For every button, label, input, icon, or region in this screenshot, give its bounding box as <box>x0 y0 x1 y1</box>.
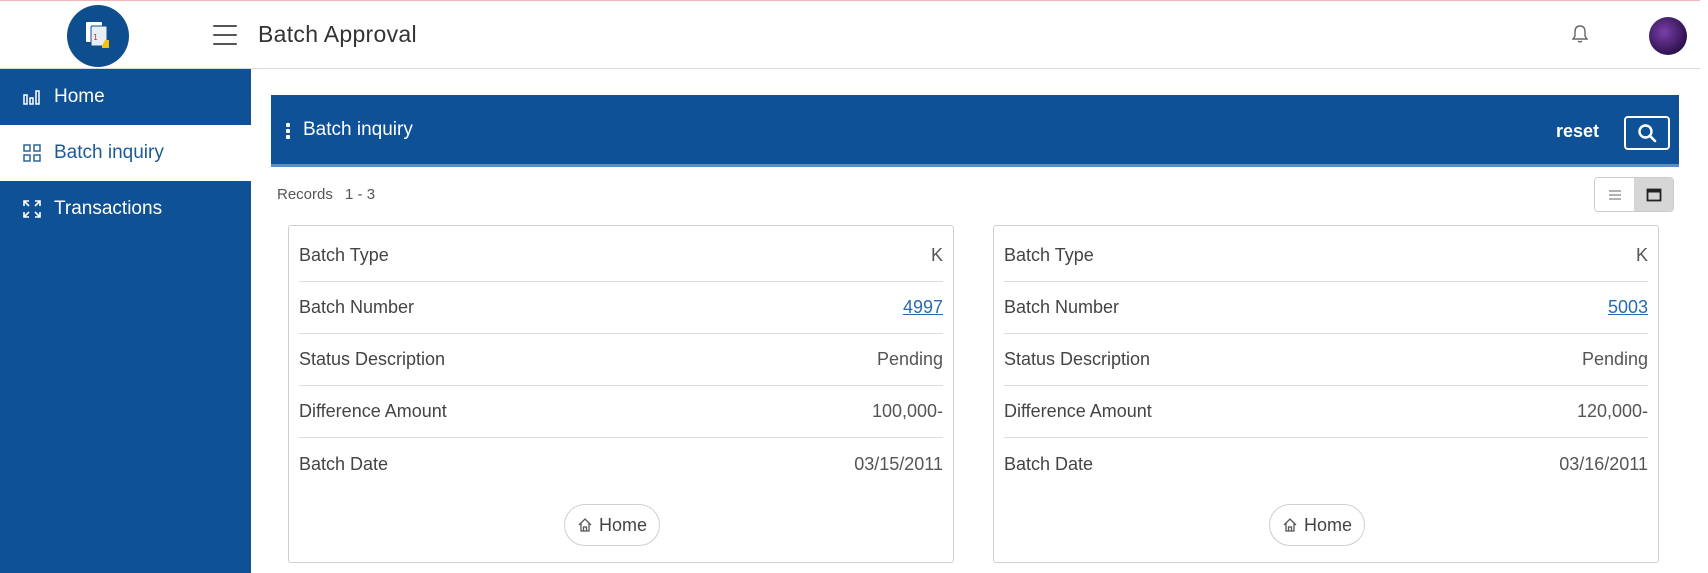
field-label: Batch Number <box>299 297 415 317</box>
user-avatar[interactable] <box>1649 17 1687 55</box>
grid-icon <box>22 143 42 163</box>
batch-date-row: Batch Date 03/15/2011 <box>299 438 943 490</box>
sidebar-item-home[interactable]: Home <box>0 69 251 125</box>
reset-button[interactable]: reset <box>1556 121 1599 142</box>
field-label: Status Description <box>1004 349 1151 369</box>
field-label: Difference Amount <box>299 401 447 421</box>
batch-inquiry-panel-header: Batch inquiry reset <box>271 95 1679 167</box>
field-value: 03/15/2011 <box>854 453 943 474</box>
panel-title: Batch inquiry <box>303 119 413 140</box>
bell-icon[interactable] <box>1570 23 1590 45</box>
field-label: Batch Date <box>299 453 389 474</box>
field-value: 120,000- <box>1576 401 1648 421</box>
batch-date-row: Batch Date 03/16/2011 <box>1004 438 1648 490</box>
sidebar-item-label: Home <box>54 86 105 107</box>
records-label: Records <box>277 186 333 203</box>
field-label: Status Description <box>299 349 446 369</box>
card-home-label: Home <box>1304 514 1353 535</box>
field-label: Batch Date <box>1004 453 1094 474</box>
batch-type-row: Batch Type K <box>1004 230 1648 282</box>
records-range: 1 - 3 <box>345 186 376 203</box>
batch-number-row: Batch Number 4997 <box>299 282 943 334</box>
batch-card: Batch Type K Batch Number 4997 Status De… <box>288 225 954 563</box>
bar-chart-icon <box>22 87 42 107</box>
sidebar-item-transactions[interactable]: Transactions <box>0 181 251 237</box>
batch-number-row: Batch Number 5003 <box>1004 282 1648 334</box>
kebab-menu-icon[interactable] <box>285 123 290 139</box>
sidebar-item-label: Transactions <box>54 198 163 219</box>
batch-approval-logo-icon[interactable]: 1 <box>67 5 129 67</box>
batch-card: Batch Type K Batch Number 5003 Status De… <box>993 225 1659 563</box>
field-value: K <box>930 245 943 265</box>
sidebar-item-label: Batch inquiry <box>54 142 164 163</box>
hamburger-icon[interactable] <box>213 25 237 45</box>
sidebar-item-batch-inquiry[interactable]: Batch inquiry <box>0 125 251 181</box>
list-view-button[interactable] <box>1595 178 1634 211</box>
home-icon <box>1282 517 1298 533</box>
search-icon <box>1638 124 1657 143</box>
view-toggle <box>1594 177 1674 212</box>
batch-type-row: Batch Type K <box>299 230 943 282</box>
field-value: Pending <box>876 349 943 369</box>
status-description-row: Status Description Pending <box>299 334 943 386</box>
page-title: Batch Approval <box>258 21 417 47</box>
search-button[interactable] <box>1624 116 1670 150</box>
top-bar: 1 Batch Approval <box>0 0 1700 69</box>
card-view-button[interactable] <box>1634 178 1673 211</box>
field-value: 03/16/2011 <box>1559 453 1648 474</box>
records-count: Records 1 - 3 <box>277 186 375 203</box>
field-label: Batch Type <box>1004 245 1094 265</box>
batch-number-link[interactable]: 5003 <box>1608 297 1648 318</box>
field-label: Batch Type <box>299 245 389 265</box>
expand-icon <box>22 199 42 219</box>
difference-amount-row: Difference Amount 120,000- <box>1004 386 1648 438</box>
status-description-row: Status Description Pending <box>1004 334 1648 386</box>
home-icon <box>577 517 593 533</box>
field-value: K <box>1635 245 1648 265</box>
card-home-button[interactable]: Home <box>564 504 661 546</box>
list-icon <box>1608 189 1621 200</box>
sidebar: Home Batch inquiry Transactions <box>0 69 251 573</box>
main-content: Batch inquiry reset Records 1 - 3 Batch … <box>251 69 1700 573</box>
field-label: Difference Amount <box>1004 401 1152 421</box>
batch-number-link[interactable]: 4997 <box>903 297 943 318</box>
card-home-button[interactable]: Home <box>1269 504 1366 546</box>
field-label: Batch Number <box>1004 297 1120 317</box>
svg-text:1: 1 <box>93 33 98 42</box>
field-value: 100,000- <box>871 401 943 421</box>
card-home-label: Home <box>599 514 648 535</box>
difference-amount-row: Difference Amount 100,000- <box>299 386 943 438</box>
card-icon <box>1646 188 1661 201</box>
field-value: Pending <box>1581 349 1648 369</box>
